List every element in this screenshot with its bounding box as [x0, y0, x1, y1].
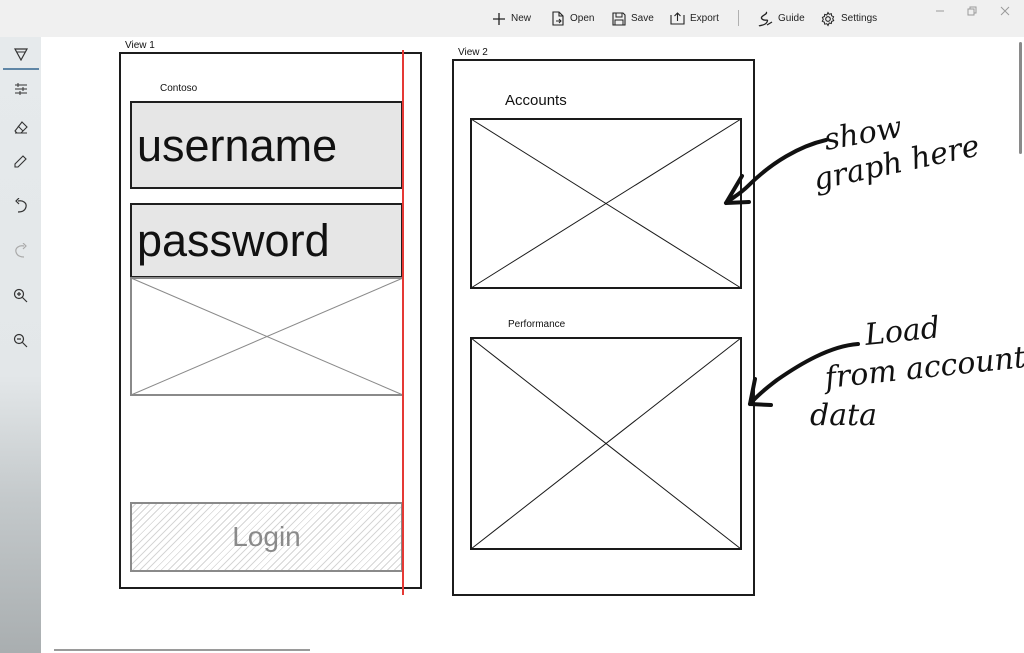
performance-label: Performance — [508, 319, 566, 330]
plus-icon — [493, 12, 505, 25]
username-text: username — [137, 119, 338, 171]
open-file-icon — [552, 11, 564, 26]
guide-button[interactable]: Guide — [758, 0, 805, 37]
accounts-graph-placeholder — [470, 118, 742, 289]
zoom-in-button[interactable] — [5, 281, 36, 309]
gear-icon — [821, 10, 835, 27]
redo-button[interactable] — [5, 236, 36, 264]
close-window-button[interactable] — [1000, 6, 1010, 19]
toolbar: New Open Save Export Guide Settings — [0, 0, 1024, 37]
ruler-tool-button[interactable] — [5, 75, 36, 103]
view1-label: View 1 — [125, 40, 155, 51]
minimize-icon — [936, 10, 944, 12]
stencil-icon — [13, 47, 28, 61]
performance-chart-placeholder — [470, 337, 742, 550]
export-icon — [670, 12, 685, 25]
save-label: Save — [631, 13, 654, 24]
undo-button[interactable] — [5, 191, 36, 219]
image-placeholder — [130, 277, 404, 396]
restore-window-button[interactable] — [967, 6, 977, 19]
new-label: New — [511, 13, 532, 24]
login-label: Login — [232, 521, 301, 552]
ruler-settings-icon — [14, 83, 27, 95]
undo-icon — [14, 197, 27, 213]
open-label: Open — [570, 13, 595, 24]
redo-icon — [14, 242, 27, 258]
login-button[interactable]: Login — [130, 502, 403, 572]
settings-button[interactable]: Settings — [820, 0, 877, 37]
password-field[interactable]: password — [130, 203, 403, 278]
password-text: password — [137, 215, 330, 266]
minimize-window-button[interactable] — [935, 6, 945, 19]
eraser-tool-button[interactable] — [5, 113, 36, 141]
restore-icon — [967, 6, 977, 16]
zoom-out-button[interactable] — [5, 326, 36, 354]
export-label: Export — [690, 13, 719, 24]
new-button[interactable]: New — [492, 0, 531, 37]
pencil-icon — [14, 154, 27, 168]
toolbar-divider — [738, 10, 739, 26]
save-button[interactable]: Save — [612, 0, 654, 37]
export-button[interactable]: Export — [670, 0, 719, 37]
view2-label: View 2 — [458, 47, 488, 58]
open-button[interactable]: Open — [551, 0, 594, 37]
zoom-out-icon — [13, 333, 28, 347]
username-field[interactable]: username — [130, 101, 403, 189]
settings-label: Settings — [841, 13, 878, 24]
app-name-label: Contoso — [160, 83, 198, 94]
pencil-tool-button[interactable] — [5, 147, 36, 175]
zoom-in-icon — [13, 288, 28, 302]
accounts-label: Accounts — [505, 92, 567, 109]
horizontal-scrollbar[interactable] — [54, 649, 310, 651]
guide-squiggle-icon — [758, 10, 773, 27]
guide-label: Guide — [778, 13, 805, 24]
floppy-disk-icon — [612, 11, 626, 26]
tool-rail — [0, 37, 41, 653]
stencil-tool-button[interactable] — [3, 40, 39, 70]
eraser-icon — [13, 120, 28, 134]
close-icon — [1000, 6, 1010, 16]
vertical-scrollbar[interactable] — [1019, 42, 1022, 154]
